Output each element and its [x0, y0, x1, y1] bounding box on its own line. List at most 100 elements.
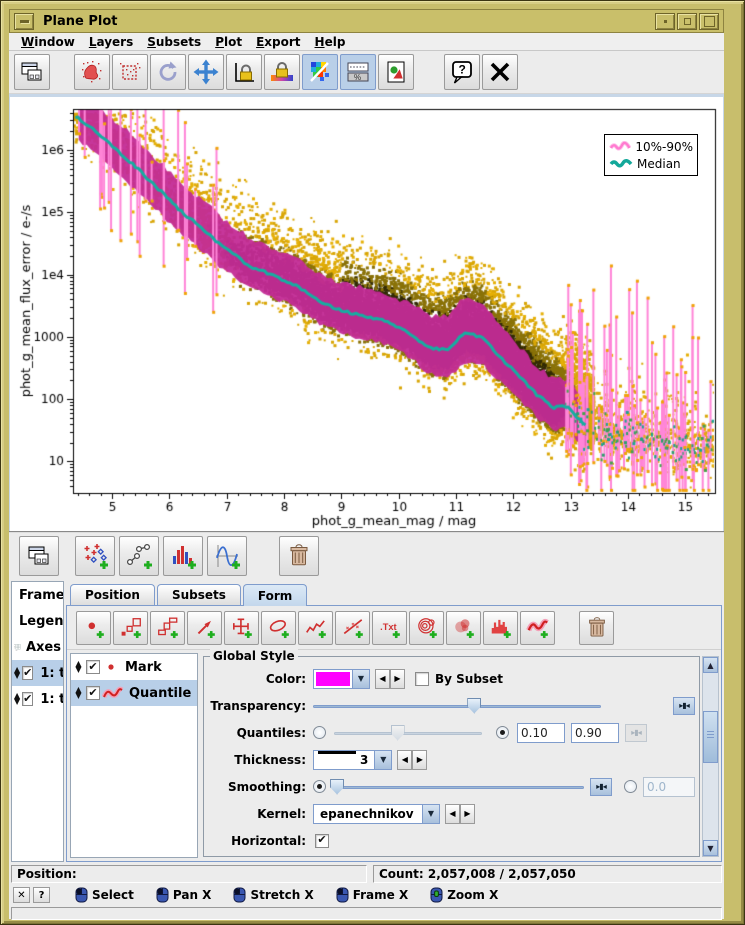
smoothing-slider[interactable]	[332, 778, 584, 796]
smoothing-adjuster-button[interactable]: ▸▮◂	[590, 778, 612, 796]
scroll-down-button[interactable]: ▼	[703, 840, 718, 856]
window-maximize-button[interactable]	[699, 13, 719, 30]
scrollbar-thumb[interactable]	[703, 711, 718, 763]
smoothing-slider-radio[interactable]	[313, 780, 326, 793]
menu-window[interactable]: Window	[15, 35, 83, 49]
menu-export[interactable]: Export	[250, 35, 308, 49]
form-visible-checkbox[interactable]	[86, 686, 100, 700]
add-line-form-button[interactable]	[298, 611, 333, 645]
nav-close-button[interactable]: ✕	[13, 887, 30, 903]
tab-position[interactable]: Position	[70, 584, 155, 605]
export-image-button[interactable]	[378, 54, 414, 90]
tab-form[interactable]: Form	[243, 584, 307, 606]
mode-stretch-x[interactable]: Stretch X	[233, 887, 313, 903]
add-histogram-form-button[interactable]	[483, 611, 518, 645]
add-linear-fit-form-button[interactable]	[335, 611, 370, 645]
smoothing-slider-thumb[interactable]	[330, 779, 344, 795]
layer-updown-control[interactable]: ▲▼	[14, 693, 20, 705]
add-histogram-layer-button[interactable]	[163, 536, 203, 576]
mode-pan-x[interactable]: Pan X	[156, 887, 212, 903]
form-row-quantile[interactable]: ▲▼ Quantile	[71, 680, 197, 706]
box-subset-button[interactable]	[112, 54, 148, 90]
color-next-button[interactable]: ▶	[390, 669, 405, 689]
blob-subset-button[interactable]	[74, 54, 110, 90]
rescale-button[interactable]	[150, 54, 186, 90]
window-minimize-button[interactable]	[655, 13, 675, 30]
form-updown-control[interactable]: ▲▼	[73, 661, 84, 673]
remove-layer-button[interactable]	[279, 536, 319, 576]
menu-plot[interactable]: Plot	[209, 35, 250, 49]
quantiles-slider-thumb[interactable]	[391, 725, 405, 741]
layer-row-1[interactable]: ▲▼ 1: tgas_s	[12, 660, 63, 686]
smoothing-manual-radio[interactable]	[624, 780, 637, 793]
add-vector-form-button[interactable]	[187, 611, 222, 645]
layer-visible-checkbox[interactable]	[22, 666, 33, 680]
lock-aux-range-button[interactable]	[264, 54, 300, 90]
help-button[interactable]: ?	[444, 54, 480, 90]
transparency-slider-thumb[interactable]	[467, 698, 481, 714]
close-button[interactable]	[482, 54, 518, 90]
remove-form-button[interactable]	[579, 611, 614, 645]
mode-zoom-x[interactable]: Zoom X	[430, 887, 498, 903]
quantiles-adjuster-button[interactable]: ▸▮◂	[625, 724, 647, 742]
add-contour-form-button[interactable]	[409, 611, 444, 645]
thickness-combo[interactable]: 3 ▼	[313, 750, 392, 770]
transparency-slider[interactable]	[313, 697, 601, 715]
form-row-mark[interactable]: ▲▼ Mark	[71, 654, 197, 680]
add-function-layer-button[interactable]	[207, 536, 247, 576]
menu-subsets[interactable]: Subsets	[141, 35, 209, 49]
color-prev-button[interactable]: ◀	[375, 669, 390, 689]
layer-row-2[interactable]: ▲▼ 1: tgas_s	[12, 686, 63, 712]
kernel-prev-button[interactable]: ◀	[445, 804, 460, 824]
horizontal-checkbox[interactable]	[315, 834, 329, 848]
mode-frame-x[interactable]: Frame X	[336, 887, 409, 903]
add-density-form-button[interactable]	[446, 611, 481, 645]
control-item-legend[interactable]: AaBbCc Legend	[12, 608, 63, 634]
control-item-frame[interactable]: TITLE Frame	[12, 582, 63, 608]
add-mark-form-button[interactable]	[76, 611, 111, 645]
menu-help[interactable]: Help	[309, 35, 354, 49]
mode-select[interactable]: Select	[75, 887, 134, 903]
by-subset-checkbox[interactable]	[415, 672, 429, 686]
layer-visible-checkbox[interactable]	[22, 692, 33, 706]
lock-axes-button[interactable]	[226, 54, 262, 90]
quantile-high-field[interactable]	[571, 723, 619, 743]
thickness-prev-button[interactable]: ◀	[397, 750, 412, 770]
contour-form-icon	[415, 616, 439, 640]
scroll-up-button[interactable]: ▲	[703, 657, 718, 673]
nav-help-button[interactable]: ?	[33, 887, 50, 903]
recenter-button[interactable]	[188, 54, 224, 90]
transparency-adjuster-button[interactable]: ▸▮◂	[673, 697, 695, 715]
plot-forms-button[interactable]	[14, 54, 50, 90]
tab-subsets[interactable]: Subsets	[157, 584, 241, 605]
window-menu-button[interactable]	[14, 13, 34, 30]
add-quantile-form-button[interactable]	[520, 611, 555, 645]
plot-forms-button[interactable]	[19, 536, 59, 576]
add-size-xy-form-button[interactable]	[150, 611, 185, 645]
aux-shader-button[interactable]	[302, 54, 338, 90]
global-style-scrollbar[interactable]: ▲ ▼	[702, 656, 719, 857]
control-item-axes[interactable]: xxx Axes	[12, 634, 63, 660]
layer-updown-control[interactable]: ▲▼	[14, 667, 20, 679]
titlebar[interactable]: Plane Plot	[9, 9, 724, 33]
quantiles-manual-radio[interactable]	[496, 726, 509, 739]
form-visible-checkbox[interactable]	[86, 660, 100, 674]
thickness-next-button[interactable]: ▶	[412, 750, 427, 770]
smoothing-value-field[interactable]	[643, 777, 695, 797]
add-error-bars-form-button[interactable]	[224, 611, 259, 645]
color-combo[interactable]: ▼	[313, 669, 370, 689]
quantiles-slider[interactable]	[334, 724, 482, 742]
kernel-next-button[interactable]: ▶	[460, 804, 475, 824]
add-ellipse-form-button[interactable]	[261, 611, 296, 645]
show-fraction-button[interactable]: %	[340, 54, 376, 90]
quantiles-slider-radio[interactable]	[313, 726, 326, 739]
form-updown-control[interactable]: ▲▼	[73, 687, 84, 699]
add-position-layer-button[interactable]	[75, 536, 115, 576]
window-restore-button[interactable]	[677, 13, 697, 30]
menu-layers[interactable]: Layers	[83, 35, 141, 49]
add-label-form-button[interactable]: .Txt	[372, 611, 407, 645]
add-size-form-button[interactable]	[113, 611, 148, 645]
kernel-combo[interactable]: epanechnikov ▼	[313, 804, 440, 824]
add-pair-layer-button[interactable]	[119, 536, 159, 576]
quantile-low-field[interactable]	[517, 723, 565, 743]
